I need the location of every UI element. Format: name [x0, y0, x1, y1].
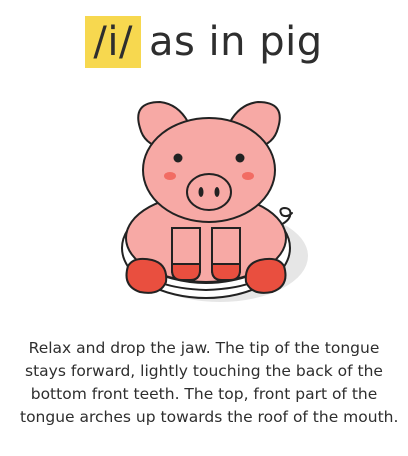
page-title: /i/as in pig [0, 14, 408, 70]
keyword-phrase: as in pig [148, 19, 323, 65]
ipa-symbol-highlight: /i/ [85, 16, 141, 68]
description-line: tongue arches up towards the roof of the… [20, 408, 399, 426]
description-line: stays forward, lightly touching the back… [25, 362, 383, 380]
pig-icon [121, 100, 308, 302]
pronunciation-description: Relax and drop the jaw. The tip of the t… [20, 337, 399, 429]
description-line: Relax and drop the jaw. The tip of the t… [28, 339, 380, 357]
description-line: bottom front teeth. The top, front part … [30, 385, 378, 403]
